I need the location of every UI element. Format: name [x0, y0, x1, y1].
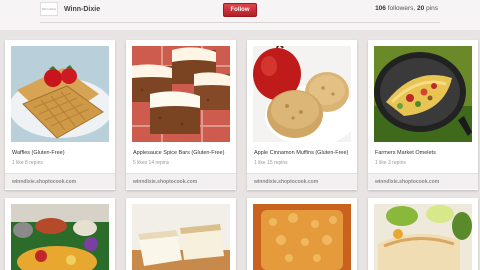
- followers-count: 106: [375, 5, 386, 12]
- pin-source-link[interactable]: winndixie.shoptocook.com: [5, 173, 115, 189]
- pin-stats: 5 likes 14 repins: [133, 160, 170, 166]
- profile-name[interactable]: Winn-Dixie: [64, 6, 100, 13]
- profile-header: Winn-Dixie Winn-Dixie Follow 106 followe…: [0, 0, 480, 30]
- pin-stats: 1 like 3 repins: [375, 160, 406, 166]
- pin-title[interactable]: Farmers Market Omelets: [375, 150, 436, 156]
- pin-card[interactable]: Applesauce Spice Bars (Gluten-Free) 5 li…: [126, 40, 236, 190]
- pin-card[interactable]: Apple Cinnamon Muffins (Gluten-Free) 1 l…: [247, 40, 357, 190]
- pin-card[interactable]: [126, 198, 236, 270]
- followers-label: followers,: [387, 5, 416, 12]
- pin-image[interactable]: [11, 204, 109, 270]
- follow-button[interactable]: Follow: [223, 3, 257, 17]
- pin-image[interactable]: [374, 204, 472, 270]
- pin-stats: 1 like 15 repins: [254, 160, 288, 166]
- header-divider: [40, 22, 440, 23]
- pin-image[interactable]: [253, 46, 351, 142]
- pin-title[interactable]: Applesauce Spice Bars (Gluten-Free): [133, 150, 224, 156]
- pin-card[interactable]: [5, 198, 115, 270]
- pin-stats: 1 like 8 repins: [12, 160, 43, 166]
- pin-image[interactable]: [374, 46, 472, 142]
- pin-card[interactable]: Waffles (Gluten-Free) 1 like 8 repins wi…: [5, 40, 115, 190]
- profile-brand[interactable]: Winn-Dixie Winn-Dixie: [40, 2, 100, 16]
- pin-image[interactable]: [132, 204, 230, 270]
- pin-image[interactable]: [253, 204, 351, 270]
- pins-count: 20: [417, 5, 425, 12]
- pin-card[interactable]: [247, 198, 357, 270]
- pin-title[interactable]: Apple Cinnamon Muffins (Gluten-Free): [254, 150, 348, 156]
- pins-label: pins: [426, 5, 438, 12]
- pin-source-link[interactable]: winndixie.shoptocook.com: [368, 173, 478, 189]
- pin-source-link[interactable]: winndixie.shoptocook.com: [247, 173, 357, 189]
- pin-title[interactable]: Waffles (Gluten-Free): [12, 150, 65, 156]
- pin-card[interactable]: Farmers Market Omelets 1 like 3 repins w…: [368, 40, 478, 190]
- profile-stats: 106 followers, 20 pins: [375, 5, 438, 12]
- pin-card[interactable]: [368, 198, 478, 270]
- pin-image[interactable]: [132, 46, 230, 142]
- pin-image[interactable]: [11, 46, 109, 142]
- pin-source-link[interactable]: winndixie.shoptocook.com: [126, 173, 236, 189]
- profile-thumbnail[interactable]: Winn-Dixie: [40, 2, 58, 16]
